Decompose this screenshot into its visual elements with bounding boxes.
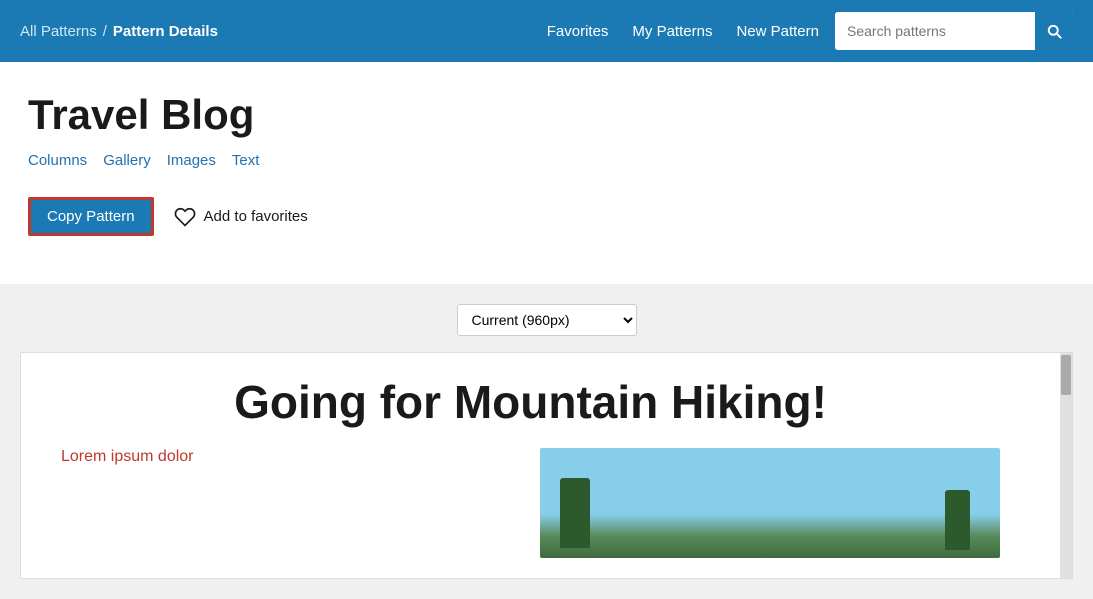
preview-content: Going for Mountain Hiking! Lorem ipsum d… <box>21 353 1060 578</box>
header: All Patterns / Pattern Details Favorites… <box>0 0 1093 62</box>
tag-columns[interactable]: Columns <box>28 152 87 169</box>
breadcrumb-current-page: Pattern Details <box>113 23 218 40</box>
tag-images[interactable]: Images <box>167 152 216 169</box>
preview-text-highlight: ipsum dolor <box>111 448 194 465</box>
preview-body: Lorem ipsum dolor <box>61 448 1000 558</box>
search-container <box>835 12 1073 50</box>
nav-new-pattern[interactable]: New Pattern <box>736 23 819 40</box>
preview-image <box>540 448 1000 558</box>
header-nav: Favorites My Patterns New Pattern <box>547 23 819 40</box>
scrollbar[interactable] <box>1060 353 1072 578</box>
nav-favorites[interactable]: Favorites <box>547 23 609 40</box>
heart-icon <box>174 206 196 228</box>
viewport-select-row: Current (960px) Mobile (320px) Tablet (7… <box>20 304 1073 336</box>
breadcrumb-separator: / <box>103 23 107 40</box>
tag-text[interactable]: Text <box>232 152 260 169</box>
scrollbar-thumb <box>1061 355 1071 395</box>
breadcrumb: All Patterns / Pattern Details <box>20 23 218 40</box>
search-button[interactable] <box>1035 12 1073 50</box>
preview-heading: Going for Mountain Hiking! <box>61 377 1000 428</box>
preview-frame: Going for Mountain Hiking! Lorem ipsum d… <box>20 352 1073 579</box>
preview-area: Current (960px) Mobile (320px) Tablet (7… <box>0 284 1093 599</box>
actions-row: Copy Pattern Add to favorites <box>28 197 1065 236</box>
viewport-select[interactable]: Current (960px) Mobile (320px) Tablet (7… <box>457 304 637 336</box>
copy-pattern-button[interactable]: Copy Pattern <box>28 197 154 236</box>
nav-my-patterns[interactable]: My Patterns <box>632 23 712 40</box>
pattern-tags: Columns Gallery Images Text <box>28 152 1065 169</box>
preview-body-text: Lorem ipsum dolor <box>61 448 520 466</box>
breadcrumb-all-patterns[interactable]: All Patterns <box>20 23 97 40</box>
search-input[interactable] <box>835 12 1035 50</box>
pattern-title: Travel Blog <box>28 92 1065 138</box>
add-to-favorites-button[interactable]: Add to favorites <box>174 206 308 228</box>
preview-text-normal: Lorem <box>61 448 111 465</box>
tag-gallery[interactable]: Gallery <box>103 152 151 169</box>
main-content: Travel Blog Columns Gallery Images Text … <box>0 62 1093 284</box>
add-favorites-label: Add to favorites <box>204 208 308 225</box>
search-icon <box>1045 22 1063 40</box>
